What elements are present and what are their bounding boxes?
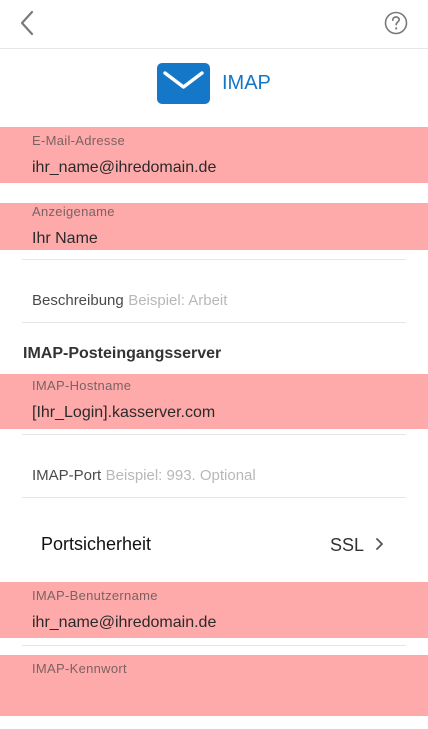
- page-title: IMAP: [222, 72, 271, 94]
- imap-username-label: IMAP-Benutzername: [32, 588, 158, 603]
- help-button[interactable]: [384, 11, 408, 35]
- section-title-incoming: IMAP-Posteingangsserver: [23, 345, 222, 362]
- chevron-left-icon: [20, 10, 34, 36]
- imap-username-value[interactable]: ihr_name@ihredomain.de: [32, 614, 216, 632]
- description-label: Beschreibung: [32, 292, 124, 309]
- display-name-value[interactable]: Ihr Name: [32, 230, 98, 248]
- display-name-label: Anzeigename: [32, 204, 115, 219]
- imap-hostname-value[interactable]: [Ihr_Login].kasserver.com: [32, 404, 215, 422]
- description-placeholder: Beispiel: Arbeit: [128, 292, 228, 309]
- imap-port-row: IMAP-Port Beispiel: 993. Optional: [32, 467, 256, 485]
- top-divider: [0, 48, 428, 49]
- mail-envelope-icon: [157, 63, 210, 104]
- separator: [22, 645, 406, 646]
- imap-hostname-label: IMAP-Hostname: [32, 378, 132, 393]
- description-row: Beschreibung Beispiel: Arbeit: [32, 292, 227, 310]
- port-security-value: SSL: [330, 535, 365, 555]
- separator: [22, 322, 406, 323]
- email-label: E-Mail-Adresse: [32, 133, 126, 148]
- separator: [22, 259, 406, 260]
- imap-port-label: IMAP-Port: [32, 467, 102, 484]
- imap-password-label: IMAP-Kennwort: [32, 661, 127, 676]
- question-circle-icon: [384, 11, 408, 35]
- separator: [22, 497, 406, 498]
- separator: [22, 434, 406, 435]
- back-button[interactable]: [14, 8, 42, 40]
- imap-port-placeholder: Beispiel: 993. Optional: [105, 467, 256, 484]
- port-security-label: Portsicherheit: [41, 534, 152, 554]
- chevron-right-icon: [374, 536, 386, 552]
- email-value[interactable]: ihr_name@ihredomain.de: [32, 159, 216, 177]
